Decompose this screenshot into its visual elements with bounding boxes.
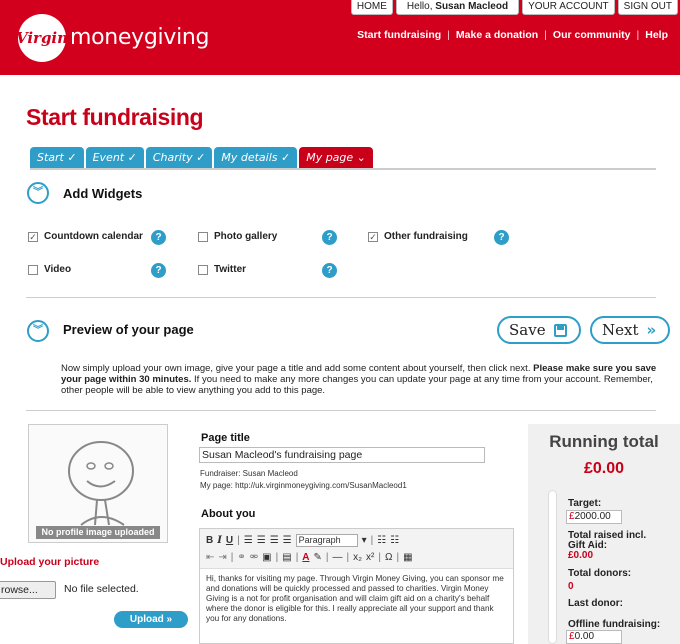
your-account-link[interactable]: YOUR ACCOUNT: [522, 0, 615, 15]
total-raised-value: £0.00: [568, 550, 594, 561]
widget-photo-gallery[interactable]: Photo gallery: [198, 231, 277, 242]
subscript-icon[interactable]: x₂: [353, 552, 362, 563]
align-right-icon[interactable]: ☰: [270, 535, 279, 546]
paste-icon[interactable]: ▤: [282, 552, 291, 563]
offline-fundraising-label: Offline fundraising:: [568, 619, 661, 630]
home-link[interactable]: HOME: [350, 0, 393, 15]
italic-icon[interactable]: I: [217, 535, 222, 546]
target-label: Target:: [568, 498, 602, 509]
double-chevron-right-icon: »: [646, 321, 657, 339]
file-status: No file selected.: [64, 583, 139, 595]
tab-charity[interactable]: Charity ✓: [145, 147, 213, 168]
running-total-amount: £0.00: [583, 460, 625, 477]
editor-toolbar: B I U | ☰ ☰ ☰ ☰ Paragraph ▾ | ☷ ☷ ⇤ ⇥ | …: [200, 529, 513, 569]
save-button[interactable]: Save: [497, 316, 581, 344]
widget-video[interactable]: Video: [28, 264, 71, 275]
browse-button[interactable]: rowse...: [0, 581, 56, 599]
brand-name: moneygiving: [70, 25, 210, 50]
about-text[interactable]: Hi, thanks for visiting my page. Through…: [200, 569, 513, 629]
underline-icon[interactable]: U: [226, 535, 233, 546]
media-icon[interactable]: ▦: [403, 552, 412, 563]
site-header: Virgin moneygiving HOME Hello, Susan Mac…: [0, 0, 680, 75]
link-icon[interactable]: ⚭: [237, 552, 245, 563]
tab-my-details[interactable]: My details ✓: [214, 147, 298, 168]
text-color-icon[interactable]: A: [302, 552, 309, 563]
tab-my-page[interactable]: My page ⌄: [299, 147, 373, 168]
floppy-disk-icon: [553, 323, 567, 337]
format-select[interactable]: Paragraph: [295, 534, 358, 547]
divider: [26, 410, 656, 411]
tab-start[interactable]: Start ✓: [30, 147, 84, 168]
bullet-list-icon[interactable]: ☷: [377, 535, 386, 546]
checkbox-icon[interactable]: [198, 231, 208, 242]
help-icon[interactable]: ?: [322, 263, 337, 278]
page-url: My page: http://uk.virginmoneygiving.com…: [200, 481, 407, 490]
last-donor-label: Last donor:: [568, 598, 623, 609]
about-you-label: About you: [201, 508, 256, 520]
widget-countdown-calendar[interactable]: ✓ Countdown calendar: [28, 231, 143, 242]
unlink-icon[interactable]: ⚮: [250, 552, 258, 563]
no-image-label: No profile image uploaded: [36, 526, 160, 539]
help-icon[interactable]: ?: [322, 230, 337, 245]
virgin-logo[interactable]: Virgin: [16, 14, 68, 62]
nav-make-donation[interactable]: Make a donation: [456, 29, 538, 41]
offline-fundraising-input[interactable]: £0.00: [566, 630, 622, 644]
top-tabs: HOME Hello, Susan Macleod YOUR ACCOUNT S…: [350, 0, 678, 15]
outdent-icon[interactable]: ⇤: [206, 552, 214, 563]
horizontal-rule-icon[interactable]: —: [333, 552, 343, 563]
target-input[interactable]: £2000.00: [566, 510, 622, 524]
indent-icon[interactable]: ⇥: [218, 552, 226, 563]
divider: [26, 297, 656, 298]
chevron-down-icon[interactable]: ▾: [362, 535, 367, 546]
instructions-text: Now simply upload your own image, give y…: [61, 363, 657, 396]
nav-start-fundraising[interactable]: Start fundraising: [357, 29, 441, 41]
superscript-icon[interactable]: x²: [366, 552, 374, 563]
tab-event[interactable]: Event ✓: [85, 147, 144, 168]
running-total-panel: Running total £0.00 Target: £2000.00 Tot…: [528, 424, 680, 644]
checkbox-checked-icon[interactable]: ✓: [28, 231, 38, 242]
bold-icon[interactable]: B: [206, 535, 213, 546]
page-title: Start fundraising: [26, 104, 204, 130]
checkbox-checked-icon[interactable]: ✓: [368, 231, 378, 242]
align-left-icon[interactable]: ☰: [244, 535, 253, 546]
thermometer-bar: [548, 490, 557, 644]
collapse-chevron-icon[interactable]: ︾: [27, 182, 49, 204]
fundraiser-name: Fundraiser: Susan Macleod: [200, 469, 298, 478]
widget-twitter[interactable]: Twitter: [198, 264, 246, 275]
tabs-underline: [30, 168, 656, 170]
checkbox-icon[interactable]: [198, 264, 208, 275]
sign-out-link[interactable]: SIGN OUT: [617, 0, 678, 15]
total-donors-label: Total donors:: [568, 568, 632, 579]
page-title-input[interactable]: [199, 447, 485, 463]
rich-text-editor[interactable]: B I U | ☰ ☰ ☰ ☰ Paragraph ▾ | ☷ ☷ ⇤ ⇥ | …: [199, 528, 514, 644]
help-icon[interactable]: ?: [151, 263, 166, 278]
nav-help[interactable]: Help: [645, 29, 668, 41]
step-tabs: Start ✓ Event ✓ Charity ✓ My details ✓ M…: [30, 147, 373, 168]
upload-button[interactable]: Upload »: [114, 611, 188, 628]
nav-our-community[interactable]: Our community: [553, 29, 631, 41]
user-greeting: Hello, Susan Macleod: [395, 0, 520, 15]
special-char-icon[interactable]: Ω: [385, 552, 392, 563]
help-icon[interactable]: ?: [151, 230, 166, 245]
main-nav: Start fundraising | Make a donation | Ou…: [357, 29, 668, 41]
align-justify-icon[interactable]: ☰: [283, 535, 292, 546]
total-donors-value: 0: [568, 581, 574, 592]
widget-other-fundraising[interactable]: ✓ Other fundraising: [368, 231, 468, 242]
image-icon[interactable]: ▣: [262, 552, 271, 563]
highlight-icon[interactable]: ✎: [314, 552, 322, 563]
next-button[interactable]: Next»: [590, 316, 670, 344]
help-icon[interactable]: ?: [494, 230, 509, 245]
align-center-icon[interactable]: ☰: [257, 535, 266, 546]
preview-heading: Preview of your page: [63, 322, 194, 337]
page-title-label: Page title: [201, 432, 250, 444]
running-total-title: Running total: [549, 432, 659, 451]
collapse-chevron-icon[interactable]: ︾: [27, 320, 49, 342]
add-widgets-heading: Add Widgets: [63, 186, 143, 201]
upload-picture-label: Upload your picture: [0, 556, 100, 568]
checkbox-icon[interactable]: [28, 264, 38, 275]
numbered-list-icon[interactable]: ☷: [390, 535, 399, 546]
